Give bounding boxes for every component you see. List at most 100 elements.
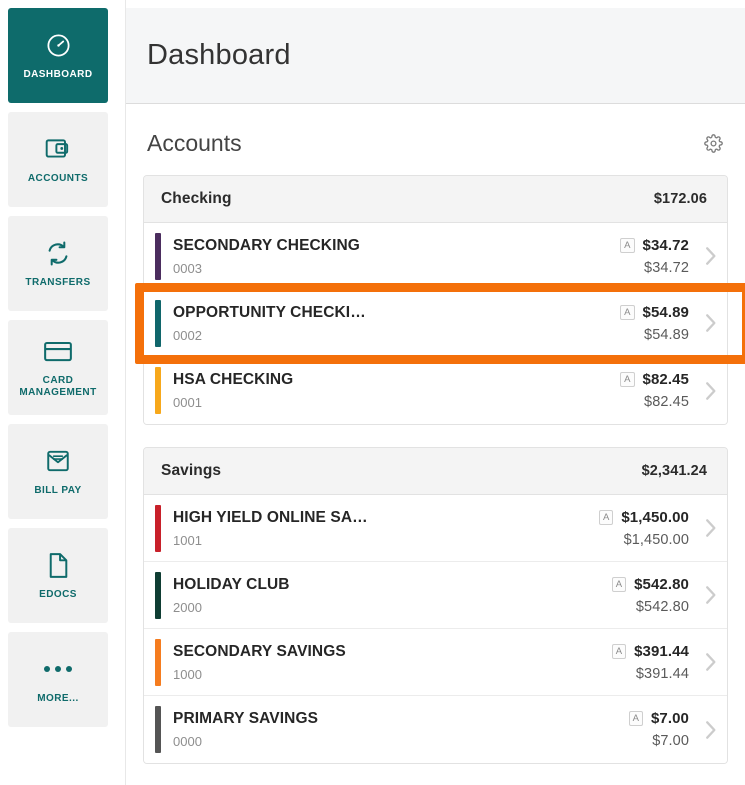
account-name: SECONDARY SAVINGS	[173, 642, 346, 660]
account-balance: $391.44	[634, 642, 689, 660]
group-name: Savings	[161, 462, 222, 479]
account-name: OPPORTUNITY CHECKI…	[173, 303, 366, 321]
ellipsis-icon	[44, 666, 72, 672]
wallet-icon	[44, 134, 72, 164]
account-number: 2000	[173, 599, 202, 615]
account-row[interactable]: SECONDARY CHECKING 0003 A $34.72 $34.72	[144, 223, 727, 290]
envelope-icon	[45, 446, 71, 476]
account-info: HSA CHECKING 0001	[161, 371, 620, 410]
sidebar-item-label: DASHBOARD	[23, 69, 93, 80]
chevron-right-icon[interactable]	[693, 380, 727, 402]
chevron-right-icon[interactable]	[693, 719, 727, 741]
account-name: PRIMARY SAVINGS	[173, 710, 319, 727]
account-row[interactable]: PRIMARY SAVINGS 0000 A $7.00 $7.00	[144, 696, 727, 763]
account-group-card: Savings $2,341.24 HIGH YIELD ONLINE SA… 1…	[143, 447, 728, 764]
transfer-arrows-icon	[44, 238, 72, 268]
accounts-section-header: Accounts	[126, 104, 745, 157]
account-type-badge: A	[611, 576, 627, 592]
account-info: SECONDARY SAVINGS 1000	[161, 643, 612, 682]
account-amounts: A $542.80 $542.80	[611, 575, 693, 615]
account-row[interactable]: SECONDARY SAVINGS 1000 A $391.44 $391.44	[144, 629, 727, 696]
sidebar-item-label: ACCOUNTS	[27, 173, 89, 184]
group-name: Checking	[161, 190, 232, 207]
account-balance: $1,450.00	[621, 508, 689, 526]
account-number: 0000	[173, 734, 202, 749]
sidebar-item-accounts[interactable]: ACCOUNTS	[8, 112, 108, 207]
account-row[interactable]: HSA CHECKING 0001 A $82.45 $82.45	[144, 357, 727, 424]
account-balance: $7.00	[650, 710, 689, 727]
sidebar-item-card-management[interactable]: CARD MANAGEMENT	[8, 320, 108, 415]
account-number: 1000	[173, 666, 202, 682]
account-name: HOLIDAY CLUB	[173, 575, 290, 593]
sidebar-item-label: CARD MANAGEMENT	[19, 375, 97, 398]
accounts-title: Accounts	[147, 130, 242, 156]
account-amounts: A $391.44 $391.44	[611, 642, 693, 682]
account-type-badge: A	[611, 643, 627, 659]
account-row[interactable]: HIGH YIELD ONLINE SA… 1001 A $1,450.00 $…	[144, 495, 727, 562]
group-total: $172.06	[653, 191, 707, 207]
sidebar-item-edocs[interactable]: EDOCS	[8, 528, 108, 623]
account-row[interactable]: HOLIDAY CLUB 2000 A $542.80 $542.80	[144, 562, 727, 629]
account-amounts: A $82.45 $82.45	[620, 371, 693, 410]
gear-icon[interactable]	[702, 133, 724, 155]
chevron-right-icon[interactable]	[693, 312, 727, 334]
account-amounts: A $34.72 $34.72	[620, 237, 693, 276]
account-available-balance: $542.80	[635, 598, 689, 615]
sidebar-item-label: TRANSFERS	[25, 277, 91, 288]
gauge-icon	[45, 30, 72, 60]
ellipsis-icon	[44, 654, 72, 684]
account-balance-line: A $82.45	[620, 371, 689, 388]
account-available-balance: $54.89	[644, 326, 689, 343]
sidebar-item-more[interactable]: MORE...	[8, 632, 108, 727]
page-header: Dashboard	[126, 8, 745, 104]
account-info: SECONDARY CHECKING 0003	[161, 237, 620, 276]
account-number: 0003	[173, 260, 202, 276]
account-group-header: Checking $172.06	[144, 176, 727, 223]
chevron-right-icon[interactable]	[693, 584, 727, 606]
account-available-balance: $391.44	[635, 665, 689, 682]
account-type-badge: A	[620, 372, 635, 387]
sidebar-item-label: EDOCS	[39, 589, 77, 600]
account-name: HIGH YIELD ONLINE SA…	[173, 508, 368, 526]
account-name: HSA CHECKING	[173, 371, 294, 388]
account-group-header: Savings $2,341.24	[144, 448, 727, 495]
account-type-badge: A	[620, 304, 635, 320]
account-number: 1001	[173, 532, 202, 548]
account-row[interactable]: OPPORTUNITY CHECKI… 0002 A $54.89 $54.89	[144, 290, 727, 357]
account-info: HIGH YIELD ONLINE SA… 1001	[161, 509, 599, 548]
account-balance: $542.80	[634, 575, 689, 593]
account-group-card: Checking $172.06 SECONDARY CHECKING 0003 …	[143, 175, 728, 425]
document-icon	[46, 550, 70, 580]
chevron-right-icon[interactable]	[693, 651, 727, 673]
account-balance: $34.72	[642, 236, 689, 254]
account-amounts: A $54.89 $54.89	[620, 304, 693, 343]
account-groups: Checking $172.06 SECONDARY CHECKING 0003 …	[126, 157, 745, 764]
account-balance-line: A $7.00	[628, 710, 689, 727]
group-total: $2,341.24	[641, 463, 707, 479]
account-info: OPPORTUNITY CHECKI… 0002	[161, 304, 620, 343]
account-balance-line: A $54.89	[620, 304, 689, 321]
main-sidebar: DASHBOARD ACCOUNTS TRANSFERS CARD MANAGE…	[0, 0, 126, 785]
main-content: Dashboard Accounts Checking $172.06 SECON…	[126, 0, 745, 785]
account-info: PRIMARY SAVINGS 0000	[161, 710, 629, 749]
account-number: 0001	[173, 395, 202, 410]
account-balance: $54.89	[642, 303, 689, 321]
sidebar-item-label: MORE...	[37, 693, 79, 704]
sidebar-item-transfers[interactable]: TRANSFERS	[8, 216, 108, 311]
chevron-right-icon[interactable]	[693, 517, 727, 539]
account-name: SECONDARY CHECKING	[173, 236, 360, 254]
chevron-right-icon[interactable]	[693, 245, 727, 267]
sidebar-item-bill-pay[interactable]: BILL PAY	[8, 424, 108, 519]
account-amounts: A $7.00 $7.00	[628, 710, 693, 749]
account-amounts: A $1,450.00 $1,450.00	[599, 509, 693, 548]
page-title: Dashboard	[147, 39, 291, 71]
account-available-balance: $82.45	[644, 394, 689, 410]
account-available-balance: $34.72	[644, 259, 689, 276]
account-number: 0002	[173, 327, 202, 343]
account-type-badge: A	[628, 711, 643, 726]
account-type-badge: A	[599, 509, 614, 525]
account-info: HOLIDAY CLUB 2000	[161, 576, 612, 615]
account-available-balance: $1,450.00	[623, 531, 689, 548]
sidebar-item-dashboard[interactable]: DASHBOARD	[8, 8, 108, 103]
sidebar-item-label: BILL PAY	[34, 485, 82, 496]
